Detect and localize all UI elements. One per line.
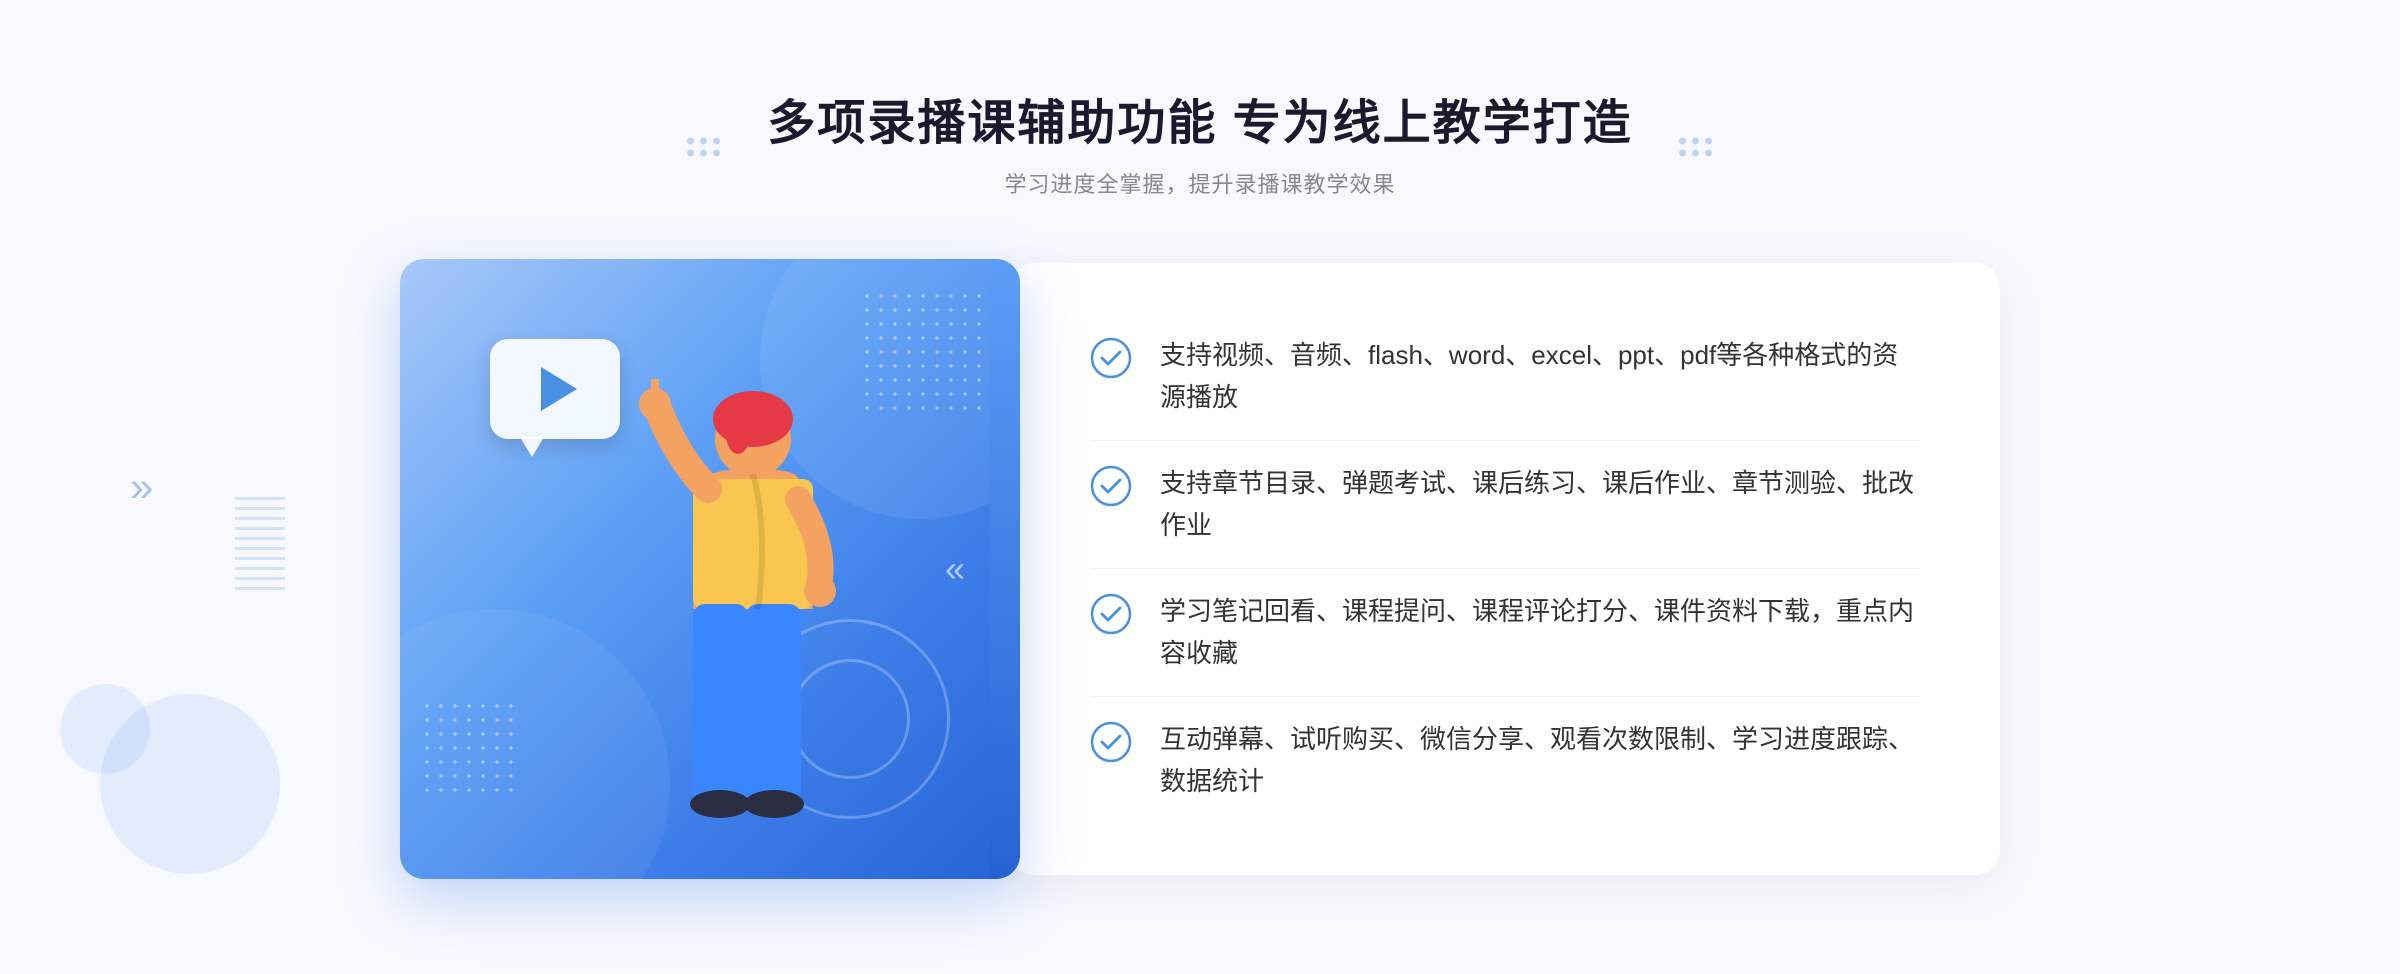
play-icon [541,367,577,411]
dot [1679,150,1686,157]
person-illustration [598,379,878,879]
feature-item: 支持视频、音频、flash、word、excel、ppt、pdf等各种格式的资源… [1090,313,1920,441]
decorative-dots-left [687,138,721,157]
check-icon [1090,721,1132,763]
check-icon [1090,465,1132,507]
check-icon [1090,593,1132,635]
illustration-dots-bottom [420,699,520,799]
check-icon [1090,337,1132,379]
feature-text-3: 学习笔记回看、课程提问、课程评论打分、课件资料下载，重点内容收藏 [1160,591,1920,674]
features-panel: 支持视频、音频、flash、word、excel、ppt、pdf等各种格式的资源… [1010,263,2000,875]
feature-item: 学习笔记回看、课程提问、课程评论打分、课件资料下载，重点内容收藏 [1090,569,1920,697]
stripe-decoration [235,490,285,590]
dot [1692,150,1699,157]
dot [700,138,707,145]
left-chevron-icon: » [130,463,153,511]
dot [713,138,720,145]
dot [1692,138,1699,145]
feature-item: 互动弹幕、试听购买、微信分享、观看次数限制、学习进度跟踪、数据统计 [1090,697,1920,824]
feature-text-4: 互动弹幕、试听购买、微信分享、观看次数限制、学习进度跟踪、数据统计 [1160,719,1920,802]
dot [1679,138,1686,145]
decorative-dots-right [1679,138,1713,157]
illustration-dots-top [860,289,990,419]
content-area: « [400,259,2000,879]
right-accent-bar [990,259,1020,879]
illustration-card: « [400,259,1020,879]
dot [700,150,707,157]
dot [1705,138,1712,145]
dot [687,150,694,157]
feature-text-1: 支持视频、音频、flash、word、excel、ppt、pdf等各种格式的资源… [1160,335,1920,418]
feature-text-2: 支持章节目录、弹题考试、课后练习、课后作业、章节测验、批改作业 [1160,463,1920,546]
sub-title: 学习进度全掌握，提升录播课教学效果 [767,167,1632,199]
feature-item: 支持章节目录、弹题考试、课后练习、课后作业、章节测验、批改作业 [1090,441,1920,569]
header-section: 多项录播课辅助功能 专为线上教学打造 学习进度全掌握，提升录播课教学效果 [767,95,1632,199]
dot [713,150,720,157]
illustration-chevron-icon: « [945,548,965,590]
page-wrapper: » 多项录播课辅助功能 专为线上教学打造 学习进度全掌握，提升录播课教学效果 [0,0,2400,974]
dot [1705,150,1712,157]
main-title: 多项录播课辅助功能 专为线上教学打造 [767,95,1632,153]
dot [687,138,694,145]
blue-circle-decoration-2 [60,684,150,774]
